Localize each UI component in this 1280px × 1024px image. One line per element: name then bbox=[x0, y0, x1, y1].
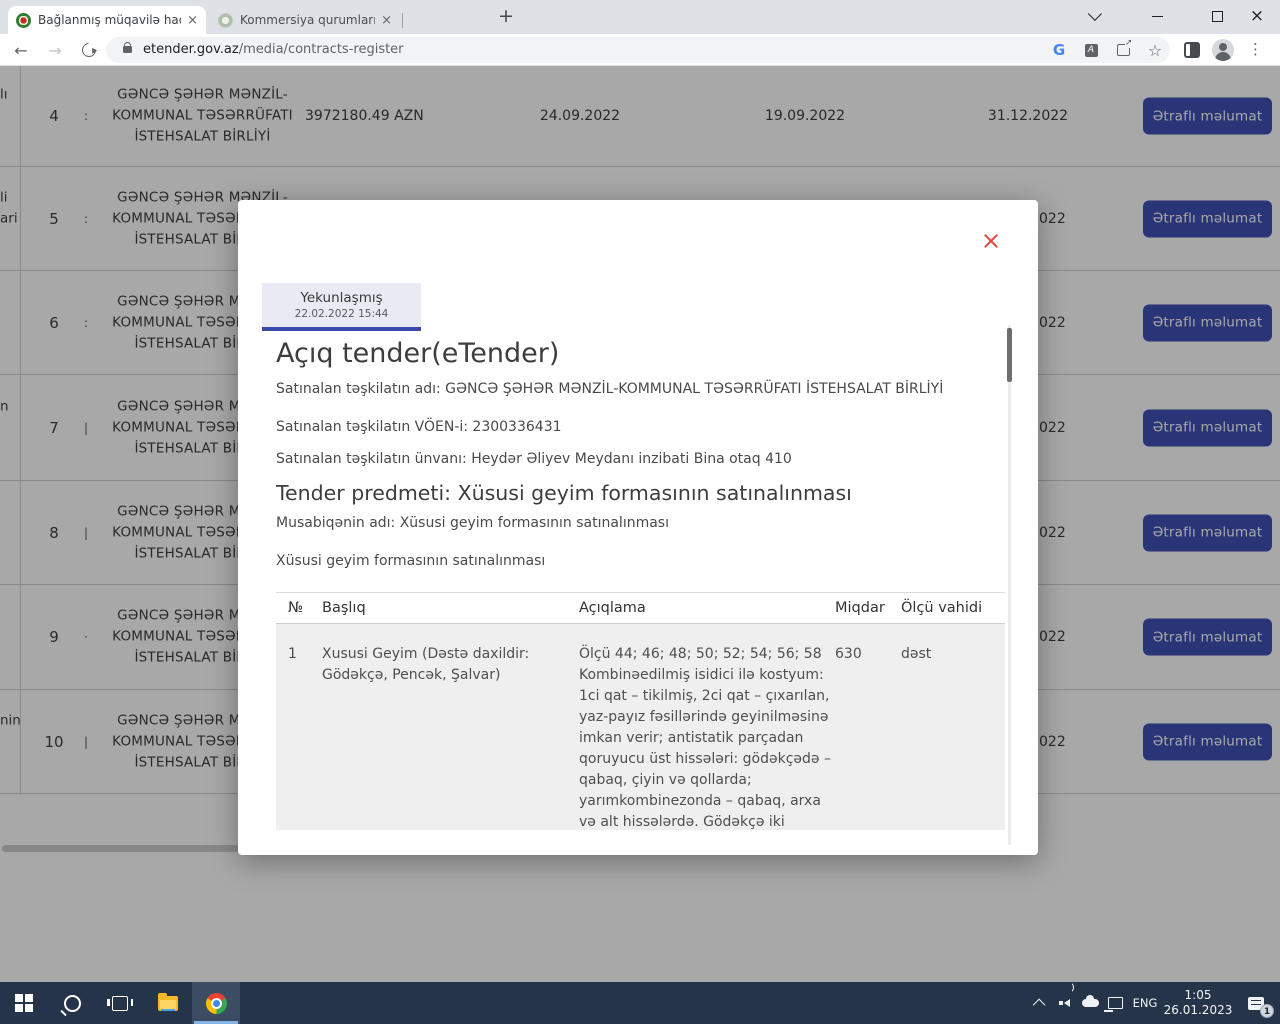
col-description: Açıqlama bbox=[579, 600, 646, 616]
search-icon bbox=[64, 995, 81, 1012]
task-view-button[interactable] bbox=[96, 982, 144, 1024]
tray-show-hidden-icons[interactable] bbox=[1030, 982, 1050, 1024]
chrome-taskbar-button[interactable] bbox=[192, 982, 240, 1024]
tab-divider bbox=[402, 13, 403, 28]
browser-menu-icon[interactable]: ⋮ bbox=[1248, 40, 1263, 58]
volume-icon[interactable] bbox=[1052, 982, 1076, 1024]
item-unit: dəst bbox=[901, 644, 931, 665]
item-row: 1 Xususi Geyim (Dəstə daxildir: Gödəkçə,… bbox=[276, 624, 1005, 830]
screen: Bağlanmış müqavilə haqqında mə × Kommers… bbox=[0, 0, 1280, 1024]
browser-tab-strip: Bağlanmış müqavilə haqqında mə × Kommers… bbox=[0, 0, 1280, 34]
translate-icon[interactable]: A bbox=[1078, 37, 1104, 63]
modal-title: Açıq tender(eTender) bbox=[276, 338, 559, 369]
tab-title: Bağlanmış müqavilə haqqında mə bbox=[38, 13, 181, 27]
etender-favicon bbox=[16, 13, 31, 28]
date-text: 26.01.2023 bbox=[1164, 1003, 1233, 1018]
side-panel-icon[interactable] bbox=[1184, 42, 1200, 58]
back-icon[interactable]: ← bbox=[6, 34, 36, 66]
tab-close-icon[interactable]: × bbox=[187, 14, 198, 27]
address-line: Satınalan təşkilatın ünvanı: Heydər Əliy… bbox=[276, 451, 792, 467]
window-minimize-button[interactable] bbox=[1134, 0, 1180, 32]
onedrive-cloud-icon[interactable] bbox=[1077, 982, 1103, 1024]
modal-close-icon[interactable] bbox=[982, 232, 1000, 250]
tab-kommersiya[interactable]: Kommersiya qurumlarının dövlət × bbox=[210, 6, 400, 34]
col-quantity: Miqdar bbox=[835, 600, 885, 616]
url-text[interactable]: etender.gov.az/media/contracts-register bbox=[143, 42, 404, 57]
item-quantity: 630 bbox=[835, 644, 862, 665]
item-no: 1 bbox=[288, 644, 297, 665]
chrome-icon bbox=[206, 993, 227, 1014]
browser-toolbar: ← → etender.gov.az/media/contracts-regis… bbox=[0, 34, 1280, 66]
col-unit: Ölçü vahidi bbox=[901, 600, 982, 616]
bookmark-star-icon[interactable]: ☆ bbox=[1142, 37, 1168, 63]
status-tab-datetime: 22.02.2022 15:44 bbox=[262, 308, 421, 320]
reload-icon[interactable] bbox=[74, 34, 104, 66]
new-tab-button[interactable]: + bbox=[494, 5, 518, 29]
folder-icon bbox=[158, 996, 178, 1011]
modal-scrollbar-track[interactable] bbox=[1008, 325, 1011, 845]
page-viewport: lı :4GƏNCƏ ŞƏHƏR MƏNZİL-KOMMUNAL TƏSƏRRÜ… bbox=[0, 66, 1280, 982]
items-table-header: № Başlıq Açıqlama Miqdar Ölçü vahidi bbox=[276, 592, 1005, 624]
time-text: 1:05 bbox=[1185, 988, 1212, 1003]
profile-avatar[interactable] bbox=[1212, 39, 1234, 61]
share-icon[interactable] bbox=[1110, 37, 1136, 63]
start-button[interactable] bbox=[0, 982, 48, 1024]
file-explorer-button[interactable] bbox=[144, 982, 192, 1024]
windows-taskbar: ENG 1:05 26.01.2023 1 bbox=[0, 982, 1280, 1024]
notification-badge: 1 bbox=[1260, 1004, 1274, 1018]
tender-detail-modal: Yekunlaşmış 22.02.2022 15:44 Açıq tender… bbox=[238, 200, 1038, 855]
google-icon[interactable]: G bbox=[1046, 37, 1072, 63]
address-bar[interactable]: etender.gov.az/media/contracts-register … bbox=[106, 37, 1170, 63]
item-description: Ölçü 44; 46; 48; 50; 52; 54; 56; 58 Komb… bbox=[579, 644, 831, 830]
col-no: № bbox=[288, 600, 303, 616]
tab-close-icon[interactable]: × bbox=[381, 14, 392, 27]
tender-subject-heading: Tender predmeti: Xüsusi geyim formasının… bbox=[276, 481, 852, 505]
forward-icon[interactable]: → bbox=[40, 34, 70, 66]
task-view-icon bbox=[112, 996, 128, 1011]
col-title: Başlıq bbox=[322, 600, 366, 616]
lot-name-line: Xüsusi geyim formasının satınalınması bbox=[276, 553, 545, 569]
taskbar-search-button[interactable] bbox=[48, 982, 96, 1024]
windows-logo-icon bbox=[15, 994, 33, 1012]
taskbar-clock[interactable]: 1:05 26.01.2023 bbox=[1158, 982, 1238, 1024]
language-indicator[interactable]: ENG bbox=[1128, 982, 1162, 1024]
org-name-line: Satınalan təşkilatın adı: GƏNCƏ ŞƏHƏR MƏ… bbox=[276, 381, 943, 397]
voen-line: Satınalan təşkilatın VÖEN-i: 2300336431 bbox=[276, 419, 562, 435]
status-tab-yekunlasmis[interactable]: Yekunlaşmış 22.02.2022 15:44 bbox=[262, 283, 421, 331]
status-tab-label: Yekunlaşmış bbox=[262, 290, 421, 306]
item-title: Xususi Geyim (Dəstə daxildir: Gödəkçə, P… bbox=[322, 644, 564, 686]
competition-name-line: Musabiqənin adı: Xüsusi geyim formasının… bbox=[276, 515, 669, 531]
lock-icon[interactable] bbox=[123, 46, 132, 53]
window-close-button[interactable]: × bbox=[1234, 0, 1280, 32]
notification-center-button[interactable]: 1 bbox=[1236, 982, 1276, 1024]
gov-favicon bbox=[218, 13, 233, 28]
tab-contracts-register[interactable]: Bağlanmış müqavilə haqqında mə × bbox=[8, 6, 206, 34]
network-icon[interactable] bbox=[1103, 982, 1127, 1024]
tab-search-chevron-icon[interactable] bbox=[1074, 0, 1120, 32]
modal-scrollbar-thumb[interactable] bbox=[1007, 328, 1012, 382]
tab-title: Kommersiya qurumlarının dövlət bbox=[240, 13, 375, 27]
